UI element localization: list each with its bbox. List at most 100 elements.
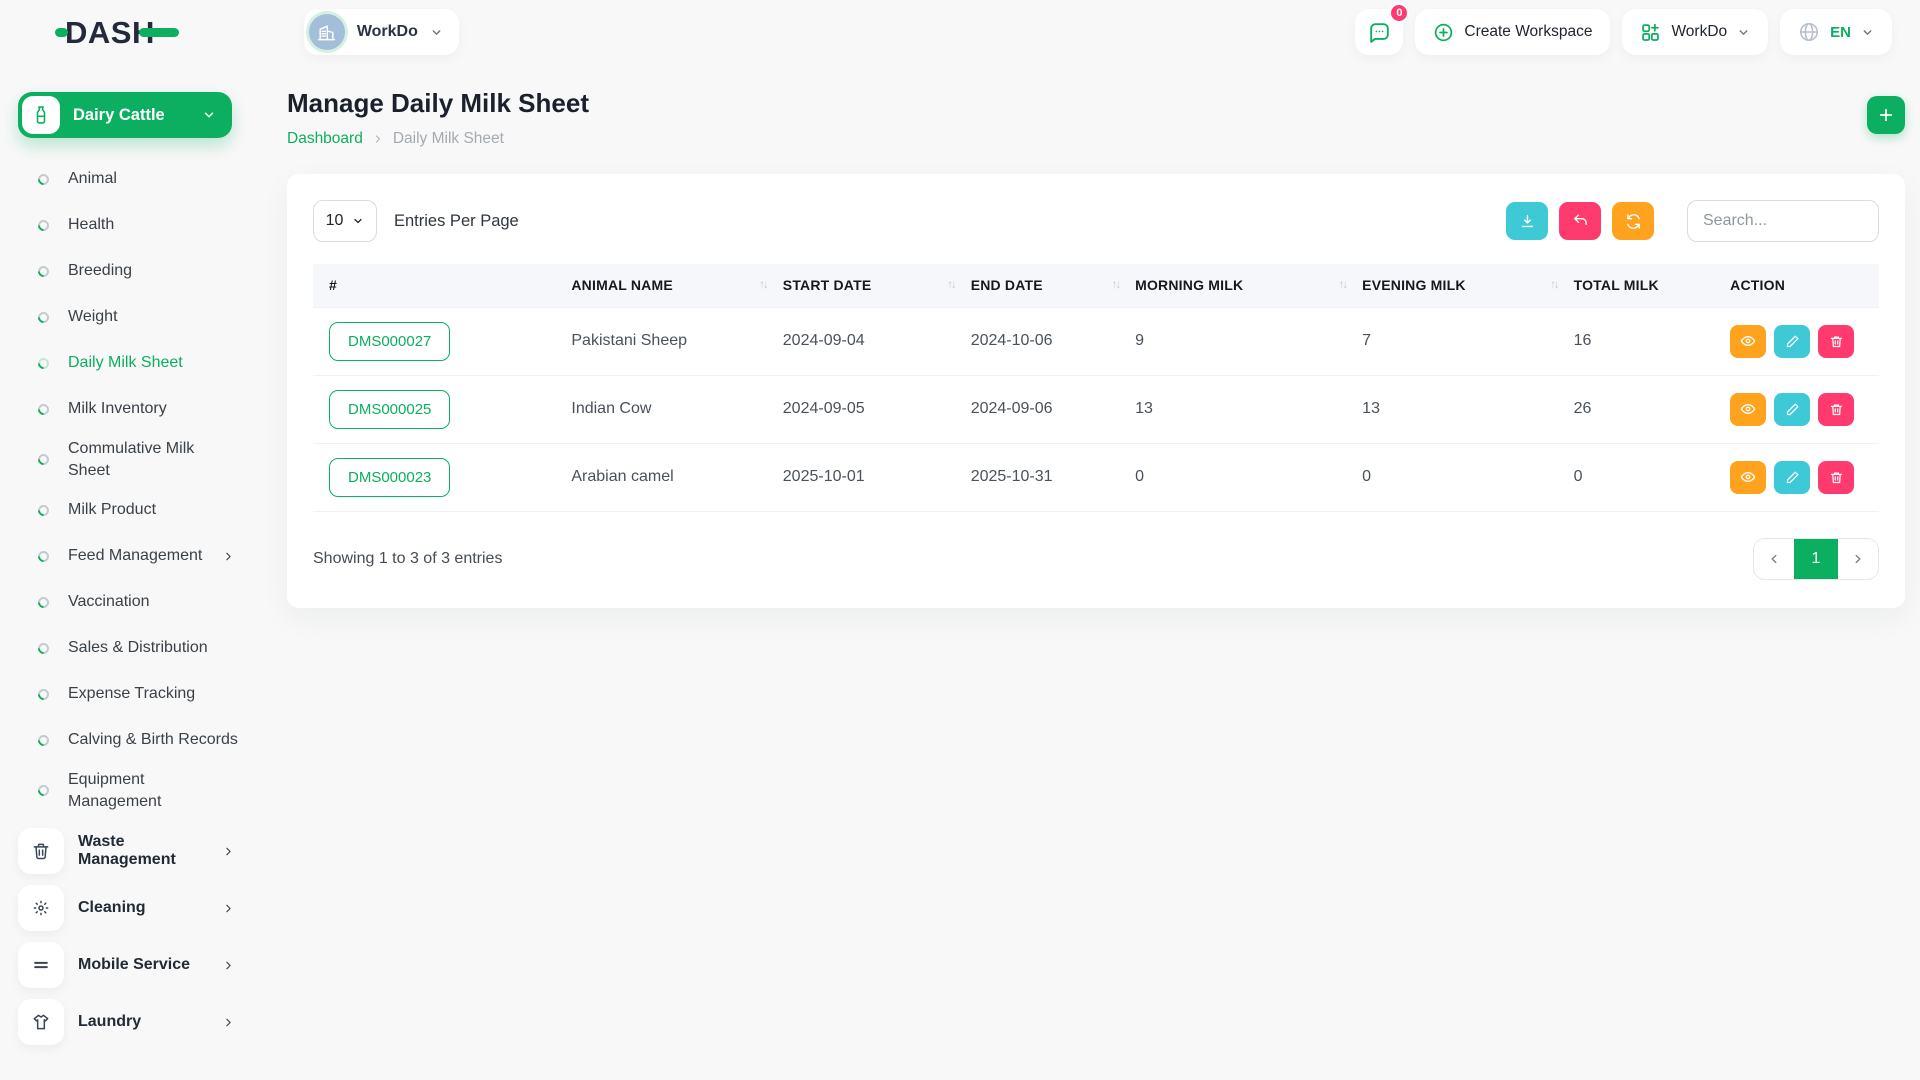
chevron-down-icon xyxy=(202,108,216,122)
bullet-icon xyxy=(36,309,52,325)
showing-entries-text: Showing 1 to 3 of 3 entries xyxy=(313,550,502,568)
module-header-label: Dairy Cattle xyxy=(73,106,202,125)
breadcrumb-dashboard-link[interactable]: Dashboard xyxy=(287,130,363,148)
language-selector[interactable]: EN xyxy=(1780,9,1892,55)
sidebar-item-health[interactable]: Health xyxy=(18,202,250,248)
table-footer: Showing 1 to 3 of 3 entries 1 xyxy=(313,512,1879,608)
sparkle-icon xyxy=(18,885,64,931)
sidebar-item-commulative-milk-sheet[interactable]: Commulative Milk Sheet xyxy=(18,432,250,487)
sidebar-item-expense-tracking[interactable]: Expense Tracking xyxy=(18,671,250,717)
header-actions: 0 Create Workspace WorkDo xyxy=(1355,9,1892,55)
sidebar-item-label: Milk Inventory xyxy=(68,392,220,426)
cell-start-date: 2024-09-04 xyxy=(783,307,971,375)
sort-icon[interactable] xyxy=(759,279,767,291)
view-button[interactable] xyxy=(1730,393,1766,426)
sidebar-item-feed-management[interactable]: Feed Management xyxy=(18,533,250,579)
dash-logo[interactable]: DASH xyxy=(55,17,179,48)
chevron-right-icon xyxy=(222,1016,235,1029)
sidebar-module-laundry[interactable]: Laundry xyxy=(18,999,250,1045)
globe-icon xyxy=(1798,21,1820,43)
sidebar-item-breeding[interactable]: Breeding xyxy=(18,248,250,294)
sort-icon[interactable] xyxy=(947,279,955,291)
sort-icon[interactable] xyxy=(1550,279,1558,291)
refresh-button[interactable] xyxy=(1612,202,1654,240)
bullet-icon xyxy=(36,217,52,233)
undo-icon xyxy=(1572,213,1589,230)
view-button[interactable] xyxy=(1730,325,1766,358)
table-card: 10 Entries Per Page xyxy=(287,174,1905,608)
sidebar-item-label: Sales & Distribution xyxy=(68,631,220,665)
eye-icon xyxy=(1740,469,1756,485)
messages-button[interactable]: 0 xyxy=(1355,9,1403,55)
next-page-button[interactable] xyxy=(1838,539,1878,579)
apps-menu-button[interactable]: WorkDo xyxy=(1622,9,1768,55)
sidebar-item-milk-inventory[interactable]: Milk Inventory xyxy=(18,386,250,432)
sidebar-module-waste-management[interactable]: Waste Management xyxy=(18,828,250,874)
bullet-icon xyxy=(36,401,52,417)
undo-button[interactable] xyxy=(1559,202,1601,240)
column-header-animal-name[interactable]: ANIMAL NAME xyxy=(571,264,782,307)
bullet-icon xyxy=(36,732,52,748)
add-record-button[interactable] xyxy=(1867,96,1905,134)
sidebar-item-daily-milk-sheet[interactable]: Daily Milk Sheet xyxy=(18,340,250,386)
sidebar-item-milk-product[interactable]: Milk Product xyxy=(18,487,250,533)
page-title: Manage Daily Milk Sheet xyxy=(287,88,589,119)
sidebar-item-calving-birth-records[interactable]: Calving & Birth Records xyxy=(18,717,250,763)
column-header-id[interactable]: # xyxy=(313,264,571,307)
delete-button[interactable] xyxy=(1818,461,1854,494)
search-input[interactable] xyxy=(1687,200,1879,242)
column-header-start-date[interactable]: START DATE xyxy=(783,264,971,307)
sidebar-item-animal[interactable]: Animal xyxy=(18,156,250,202)
sidebar-item-label: Milk Product xyxy=(68,493,220,527)
bullet-icon xyxy=(36,263,52,279)
previous-page-button[interactable] xyxy=(1754,539,1794,579)
sidebar-item-weight[interactable]: Weight xyxy=(18,294,250,340)
sidebar-module-mobile-service[interactable]: Mobile Service xyxy=(18,942,250,988)
chevron-left-icon xyxy=(1767,552,1781,566)
column-header-end-date[interactable]: END DATE xyxy=(971,264,1135,307)
record-id-pill[interactable]: DMS000027 xyxy=(329,322,450,361)
entries-per-page-select[interactable]: 10 xyxy=(313,200,377,242)
edit-button[interactable] xyxy=(1774,325,1810,358)
create-workspace-button[interactable]: Create Workspace xyxy=(1415,9,1610,55)
cell-evening-milk: 7 xyxy=(1362,307,1573,375)
chevron-right-icon xyxy=(222,959,235,972)
cell-evening-milk: 13 xyxy=(1362,375,1573,443)
export-download-button[interactable] xyxy=(1506,202,1548,240)
table-header-row: # ANIMAL NAME START DATE END DATE MORNIN… xyxy=(313,264,1879,307)
view-button[interactable] xyxy=(1730,461,1766,494)
chevron-down-icon xyxy=(430,26,443,39)
bullet-icon xyxy=(36,452,52,468)
sidebar-item-equipment-management[interactable]: Equipment Management xyxy=(18,763,250,818)
sidebar-item-sales-distribution[interactable]: Sales & Distribution xyxy=(18,625,250,671)
sidebar-item-vaccination[interactable]: Vaccination xyxy=(18,579,250,625)
refresh-icon xyxy=(1625,213,1642,230)
delete-button[interactable] xyxy=(1818,325,1854,358)
workspace-selector[interactable]: WorkDo xyxy=(304,9,459,55)
record-id-pill[interactable]: DMS000025 xyxy=(329,390,450,429)
edit-button[interactable] xyxy=(1774,393,1810,426)
sidebar: Dairy Cattle Animal Health Breeding Weig… xyxy=(0,58,250,1056)
page-number-current[interactable]: 1 xyxy=(1794,539,1838,579)
module-header-dairy-cattle[interactable]: Dairy Cattle xyxy=(18,92,232,138)
main-content: Manage Daily Milk Sheet Dashboard Daily … xyxy=(250,58,1920,608)
column-header-total-milk[interactable]: TOTAL MILK xyxy=(1574,264,1731,307)
delete-button[interactable] xyxy=(1818,393,1854,426)
record-id-pill[interactable]: DMS000023 xyxy=(329,458,450,497)
sidebar-module-cleaning[interactable]: Cleaning xyxy=(18,885,250,931)
logo-accent-dash xyxy=(139,28,179,37)
column-header-morning-milk[interactable]: MORNING MILK xyxy=(1135,264,1362,307)
bullet-icon xyxy=(36,640,52,656)
column-header-evening-milk[interactable]: EVENING MILK xyxy=(1362,264,1573,307)
edit-button[interactable] xyxy=(1774,461,1810,494)
page-header: Manage Daily Milk Sheet Dashboard Daily … xyxy=(287,88,1905,148)
sidebar-item-label: Calving & Birth Records xyxy=(68,723,238,757)
pencil-icon xyxy=(1785,334,1800,349)
language-code: EN xyxy=(1830,24,1851,41)
entries-per-page-value: 10 xyxy=(326,212,344,230)
column-header-action: ACTION xyxy=(1730,264,1879,307)
sort-icon[interactable] xyxy=(1339,279,1347,291)
chevron-right-icon xyxy=(372,133,384,145)
row-actions xyxy=(1730,461,1879,494)
sort-icon[interactable] xyxy=(1112,279,1120,291)
